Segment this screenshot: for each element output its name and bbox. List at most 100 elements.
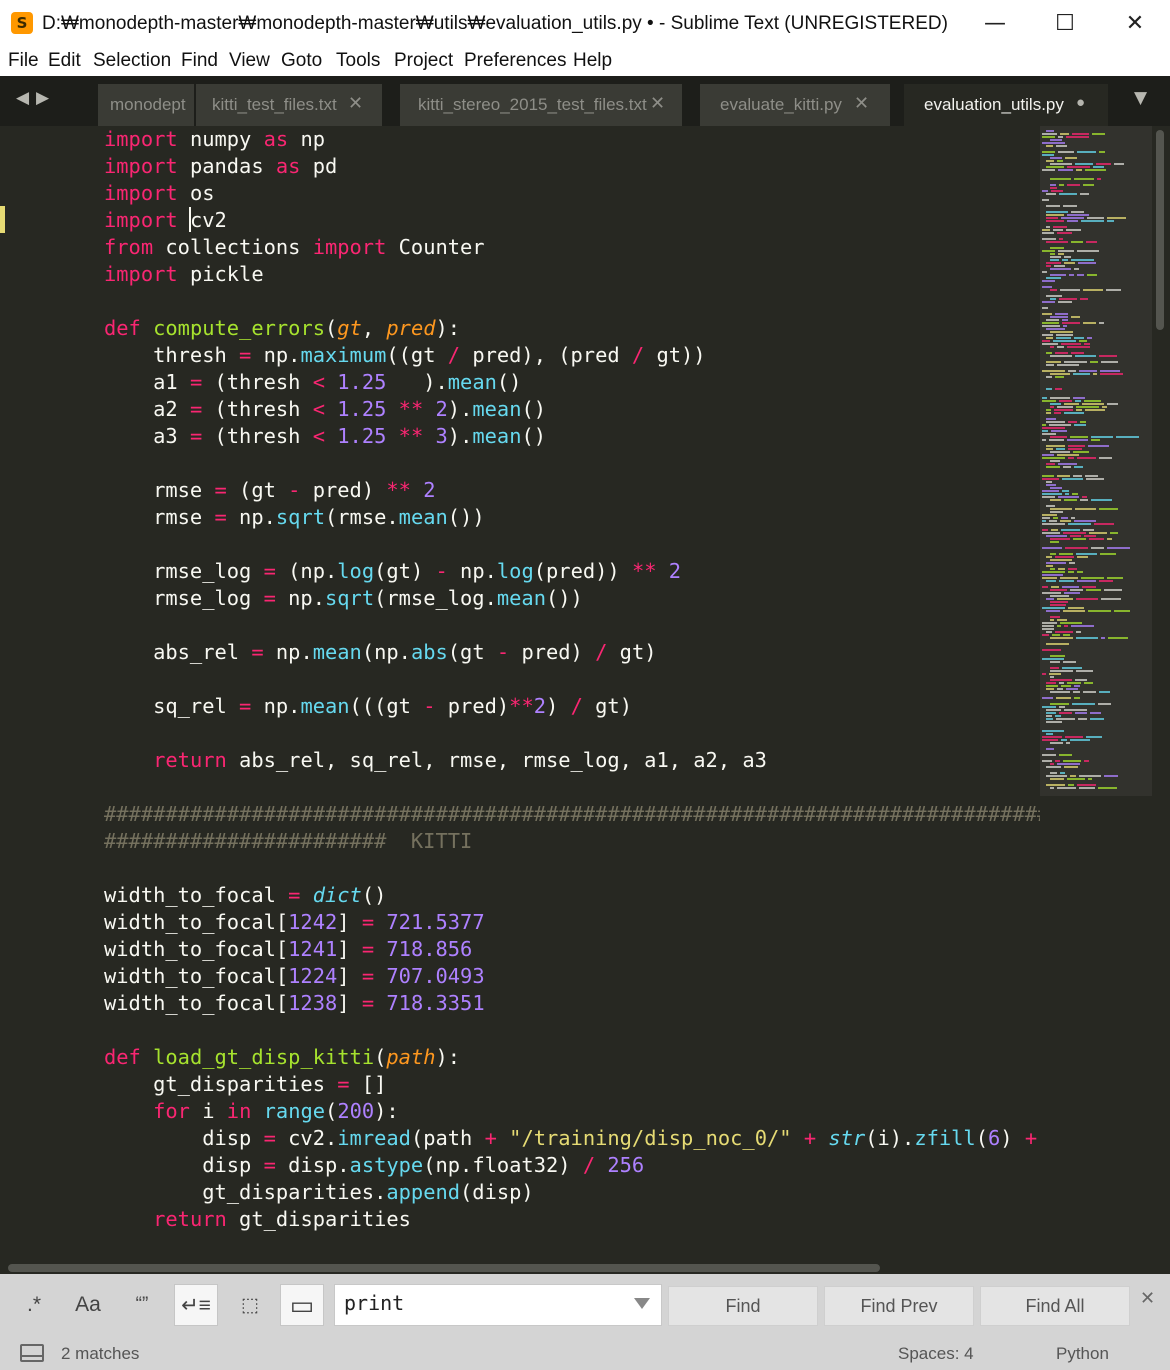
tab-close-icon[interactable]: ✕ xyxy=(854,93,869,114)
minimap-line xyxy=(1050,595,1069,597)
code-line[interactable]: a1 = (thresh < 1.25 ).mean() xyxy=(104,369,521,396)
tab-kitti-test-files[interactable]: kitti_test_files.txt ✕ xyxy=(196,84,382,126)
code-line[interactable]: width_to_focal[1238] = 718.3351 xyxy=(104,990,485,1017)
show-panel-icon[interactable] xyxy=(20,1344,44,1362)
case-sensitive-toggle-button[interactable]: Aa xyxy=(66,1284,110,1326)
maximize-button[interactable]: ☐ xyxy=(1030,0,1100,46)
menu-file[interactable]: File xyxy=(8,50,39,72)
code-line[interactable]: width_to_focal[1224] = 707.0493 xyxy=(104,963,485,990)
minimap-line xyxy=(1046,748,1054,750)
minimap-line xyxy=(1042,736,1062,738)
minimap-line xyxy=(1059,298,1077,300)
menu-edit[interactable]: Edit xyxy=(48,50,81,72)
code-line[interactable]: def compute_errors(gt, pred): xyxy=(104,315,460,342)
vertical-scroll-thumb[interactable] xyxy=(1156,130,1164,330)
code-line[interactable]: abs_rel = np.mean(np.abs(gt - pred) / gt… xyxy=(104,639,656,666)
code-line[interactable]: rmse = (gt - pred) ** 2 xyxy=(104,477,435,504)
find-all-button[interactable]: Find All xyxy=(980,1286,1130,1326)
code-line[interactable]: a2 = (thresh < 1.25 ** 2).mean() xyxy=(104,396,546,423)
find-input[interactable]: print xyxy=(334,1284,662,1326)
minimap-line xyxy=(1050,676,1054,678)
code-line[interactable]: gt_disparities = [] xyxy=(104,1071,386,1098)
tab-evaluation-utils[interactable]: evaluation_utils.py ● xyxy=(904,84,1108,126)
horizontal-scroll-thumb[interactable] xyxy=(8,1264,880,1272)
close-window-button[interactable]: ✕ xyxy=(1100,0,1170,46)
indentation-setting[interactable]: Spaces: 4 xyxy=(898,1344,974,1364)
code-line[interactable]: width_to_focal[1241] = 718.856 xyxy=(104,936,472,963)
menu-preferences[interactable]: Preferences xyxy=(464,50,566,72)
minimap-line xyxy=(1046,277,1061,279)
minimap-line xyxy=(1050,451,1070,453)
minimap-line xyxy=(1100,370,1120,372)
horizontal-scrollbar[interactable] xyxy=(0,1262,1170,1274)
close-find-panel-icon[interactable]: ✕ xyxy=(1140,1288,1155,1309)
code-line[interactable]: rmse_log = np.sqrt(rmse_log.mean()) xyxy=(104,585,583,612)
code-line[interactable]: ####################### KITTI xyxy=(104,828,472,855)
tab-overflow-chevron-down-icon[interactable]: ▼ xyxy=(1134,88,1147,108)
tab-label: evaluation_utils.py xyxy=(924,95,1064,114)
unsaved-dot-icon[interactable]: ● xyxy=(1076,94,1085,111)
minimap-line xyxy=(1082,403,1104,405)
minimize-button[interactable]: — xyxy=(960,0,1030,46)
code-line[interactable]: rmse = np.sqrt(rmse.mean()) xyxy=(104,504,485,531)
code-line[interactable]: rmse_log = (np.log(gt) - np.log(pred)) *… xyxy=(104,558,681,585)
find-button[interactable]: Find xyxy=(668,1286,818,1326)
minimap-line xyxy=(1050,355,1072,357)
in-selection-toggle-button[interactable]: ⬚ xyxy=(228,1284,272,1326)
tab-monodepth[interactable]: monodept xyxy=(98,84,194,126)
wrap-toggle-button[interactable]: ↵≡ xyxy=(174,1284,218,1326)
tab-close-icon[interactable]: ✕ xyxy=(348,93,363,114)
menu-project[interactable]: Project xyxy=(394,50,453,72)
tab-back-icon[interactable]: ◀ xyxy=(16,88,29,108)
minimap-line xyxy=(1087,274,1097,276)
code-line[interactable]: import os xyxy=(104,180,215,207)
tab-forward-icon[interactable]: ▶ xyxy=(36,88,49,108)
minimap[interactable] xyxy=(1040,126,1152,1262)
menu-tools[interactable]: Tools xyxy=(336,50,380,72)
minimap-line xyxy=(1050,703,1069,705)
find-history-chevron-down-icon[interactable] xyxy=(634,1298,650,1309)
minimap-line xyxy=(1059,184,1064,186)
code-line[interactable]: thresh = np.maximum((gt / pred), (pred /… xyxy=(104,342,706,369)
code-editor[interactable]: import numpy as np import pandas as pd imp… xyxy=(104,126,1040,1262)
whole-word-toggle-button[interactable]: “” xyxy=(120,1284,164,1326)
minimap-line xyxy=(1055,376,1064,378)
code-line[interactable]: sq_rel = np.mean(((gt - pred)**2) / gt) xyxy=(104,693,632,720)
menu-help[interactable]: Help xyxy=(573,50,612,72)
menu-goto[interactable]: Goto xyxy=(281,50,322,72)
minimap-line xyxy=(1046,226,1050,228)
menu-find[interactable]: Find xyxy=(181,50,218,72)
code-line[interactable]: a3 = (thresh < 1.25 ** 3).mean() xyxy=(104,423,546,450)
tab-close-icon[interactable]: ✕ xyxy=(650,93,665,114)
code-line[interactable]: import pickle xyxy=(104,261,264,288)
code-line[interactable]: for i in range(200): xyxy=(104,1098,399,1125)
menu-selection[interactable]: Selection xyxy=(93,50,171,72)
minimap-line xyxy=(1046,766,1061,768)
code-line[interactable]: disp = disp.astype(np.float32) / 256 xyxy=(104,1152,644,1179)
code-line[interactable]: width_to_focal[1242] = 721.5377 xyxy=(104,909,485,936)
minimap-line xyxy=(1050,259,1059,261)
minimap-line xyxy=(1086,736,1102,738)
regex-toggle-button[interactable]: .* xyxy=(12,1284,56,1326)
code-line[interactable]: def load_gt_disp_kitti(path): xyxy=(104,1044,460,1071)
syntax-selector[interactable]: Python xyxy=(1056,1344,1109,1364)
minimap-line xyxy=(1060,289,1080,291)
code-line[interactable]: import pandas as pd xyxy=(104,153,337,180)
code-line[interactable]: gt_disparities.append(disp) xyxy=(104,1179,534,1206)
minimap-line xyxy=(1046,418,1056,420)
code-line[interactable]: import numpy as np xyxy=(104,126,325,153)
find-prev-button[interactable]: Find Prev xyxy=(824,1286,974,1326)
code-line[interactable]: return abs_rel, sq_rel, rmse, rmse_log, … xyxy=(104,747,767,774)
tab-evaluate-kitti[interactable]: evaluate_kitti.py ✕ xyxy=(700,84,890,126)
highlight-matches-toggle-button[interactable]: ▭ xyxy=(280,1284,324,1326)
minimap-line xyxy=(1056,334,1073,336)
code-line[interactable]: ########################################… xyxy=(104,801,1040,828)
menu-view[interactable]: View xyxy=(229,50,270,72)
code-line[interactable]: import cv2 xyxy=(104,207,227,234)
code-line[interactable]: width_to_focal = dict() xyxy=(104,882,386,909)
code-line[interactable]: from collections import Counter xyxy=(104,234,485,261)
vertical-scrollbar[interactable] xyxy=(1154,126,1166,1262)
code-line[interactable]: disp = cv2.imread(path + "/training/disp… xyxy=(104,1125,1040,1152)
code-line[interactable]: return gt_disparities xyxy=(104,1206,411,1233)
tab-kitti-stereo-2015-test-files[interactable]: kitti_stereo_2015_test_files.txt ✕ xyxy=(400,84,682,126)
